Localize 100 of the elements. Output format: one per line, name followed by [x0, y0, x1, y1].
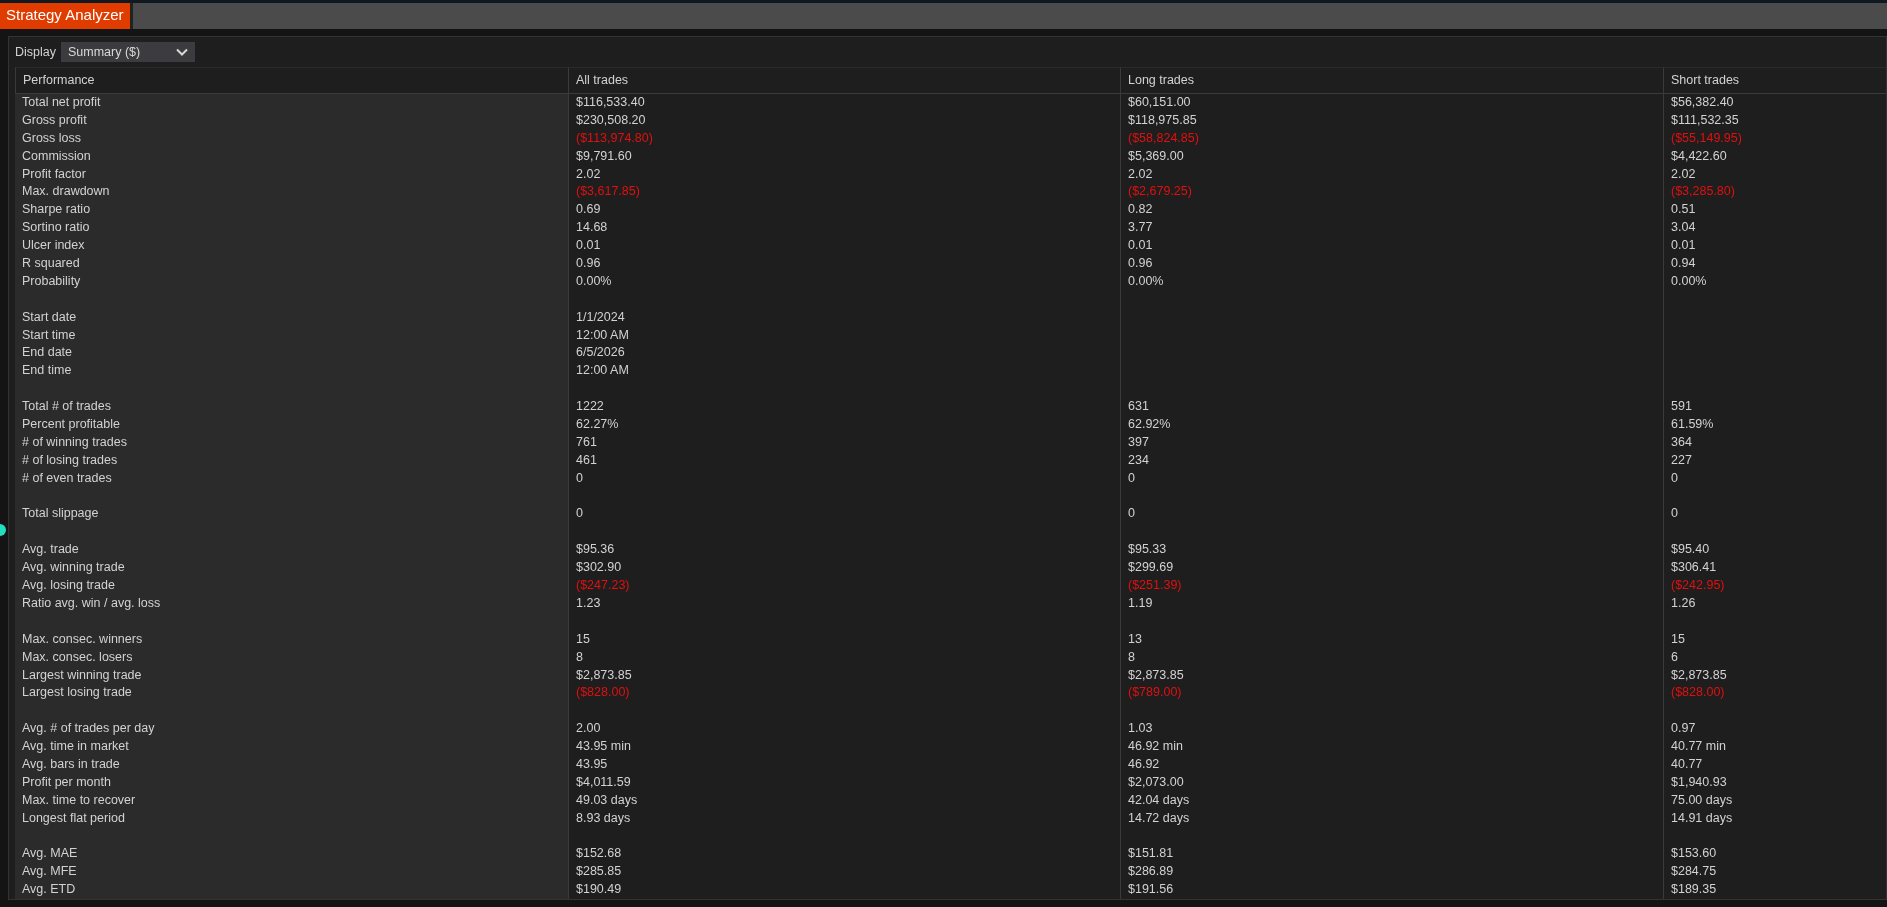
table-cell: 8.93 days: [568, 809, 1120, 828]
table-cell: $302.90: [568, 559, 1120, 578]
display-label: Display: [15, 45, 56, 59]
row-label: R squared: [15, 255, 568, 273]
table-cell: 8: [568, 648, 1120, 667]
table-cell: 2.00: [568, 720, 1120, 739]
table-cell: $151.81: [1120, 845, 1663, 864]
table-cell: $285.85: [568, 863, 1120, 882]
table-cell: $60,151.00: [1120, 94, 1663, 112]
column-header[interactable]: Performance: [15, 67, 568, 94]
table-cell: $116,533.40: [568, 94, 1120, 112]
table-cell: 6: [1663, 648, 1886, 667]
table-cell: 1/1/2024: [568, 308, 1120, 327]
table-cell: 1.23: [568, 594, 1120, 613]
table-cell: ($55,149.95): [1663, 129, 1886, 148]
table-cell: 12:00 AM: [568, 326, 1120, 345]
table-cell: 0.01: [568, 237, 1120, 255]
table-cell: $299.69: [1120, 559, 1663, 578]
row-label: Sortino ratio: [15, 219, 568, 238]
table-cell: ($3,285.80): [1663, 183, 1886, 202]
row-label: Avg. losing trade: [15, 577, 568, 595]
table-cell: 0: [1663, 469, 1886, 488]
table-cell: $153.60: [1663, 845, 1886, 864]
window-title[interactable]: Strategy Analyzer: [0, 3, 133, 29]
table-cell: ($828.00): [1663, 684, 1886, 703]
table-cell: $152.68: [568, 845, 1120, 864]
table-cell: 2.02: [1120, 165, 1663, 184]
table-cell: ($789.00): [1120, 684, 1663, 703]
table-cell: 62.27%: [568, 416, 1120, 434]
table-cell: $2,073.00: [1120, 773, 1663, 792]
table-cell: 1.03: [1120, 720, 1663, 739]
table-cell: 3.77: [1120, 219, 1663, 238]
table-cell: $95.33: [1120, 541, 1663, 560]
table-cell: ($251.39): [1120, 577, 1663, 595]
row-label: Avg. time in market: [15, 738, 568, 756]
table-cell: 0: [1663, 505, 1886, 524]
row-label: Avg. winning trade: [15, 559, 568, 578]
table-cell: 0.00%: [568, 272, 1120, 291]
table-cell: $2,873.85: [1120, 666, 1663, 685]
table-cell: 1.19: [1120, 594, 1663, 613]
table-cell: $9,791.60: [568, 147, 1120, 166]
table-cell: 461: [568, 451, 1120, 470]
table-cell: ($113,974.80): [568, 129, 1120, 148]
table-cell: 0: [1120, 469, 1663, 488]
table-cell: $111,532.35: [1663, 111, 1886, 130]
table-cell: 227: [1663, 451, 1886, 470]
table-cell: $306.41: [1663, 559, 1886, 578]
table-cell: 0: [568, 469, 1120, 488]
table-cell: $5,369.00: [1120, 147, 1663, 166]
table-cell: 2.02: [568, 165, 1120, 184]
table-cell: 234: [1120, 451, 1663, 470]
table-cell: 0.96: [568, 255, 1120, 273]
table-cell: 14.68: [568, 219, 1120, 238]
row-label: End date: [15, 344, 568, 363]
table-cell: $190.49: [568, 881, 1120, 900]
table-cell: 40.77 min: [1663, 738, 1886, 756]
table-cell: ($2,679.25): [1120, 183, 1663, 202]
table-cell: 0.69: [568, 201, 1120, 220]
table-cell: 3.04: [1663, 219, 1886, 238]
row-label: Largest losing trade: [15, 684, 568, 703]
table-cell: $2,873.85: [568, 666, 1120, 685]
row-label: Avg. # of trades per day: [15, 720, 568, 739]
table-cell: 0.94: [1663, 255, 1886, 273]
chevron-down-icon: [176, 48, 188, 56]
column-header[interactable]: All trades: [568, 67, 1120, 94]
table-cell: 0.00%: [1663, 272, 1886, 291]
table-cell: 46.92 min: [1120, 738, 1663, 756]
table-cell: $191.56: [1120, 881, 1663, 900]
column-header[interactable]: Short trades: [1663, 67, 1886, 94]
row-label: Ulcer index: [15, 237, 568, 255]
table-cell: $95.36: [568, 541, 1120, 560]
table-cell: 8: [1120, 648, 1663, 667]
table-cell: 1222: [568, 398, 1120, 417]
table-cell: 0.51: [1663, 201, 1886, 220]
table-cell: 43.95 min: [568, 738, 1120, 756]
table-cell: $286.89: [1120, 863, 1663, 882]
table-cell: $95.40: [1663, 541, 1886, 560]
column-header[interactable]: Long trades: [1120, 67, 1663, 94]
table-cell: $118,975.85: [1120, 111, 1663, 130]
table-cell: 40.77: [1663, 755, 1886, 774]
table-cell: 12:00 AM: [568, 362, 1120, 381]
table-cell: $189.35: [1663, 881, 1886, 900]
table-cell: 0: [1120, 505, 1663, 524]
table-cell: 75.00 days: [1663, 791, 1886, 810]
display-dropdown[interactable]: Summary ($): [61, 42, 195, 62]
table-cell: $56,382.40: [1663, 94, 1886, 112]
row-label: Total slippage: [15, 505, 568, 524]
table-cell: $230,508.20: [568, 111, 1120, 130]
table-cell: 0.01: [1663, 237, 1886, 255]
table-cell: $2,873.85: [1663, 666, 1886, 685]
table-cell: $284.75: [1663, 863, 1886, 882]
row-label: Max. drawdown: [15, 183, 568, 202]
table-cell: 46.92: [1120, 755, 1663, 774]
table-cell: $1,940.93: [1663, 773, 1886, 792]
table-cell: 14.72 days: [1120, 809, 1663, 828]
table-cell: ($828.00): [568, 684, 1120, 703]
table-cell: 364: [1663, 433, 1886, 452]
table-cell: $4,422.60: [1663, 147, 1886, 166]
table-cell: 49.03 days: [568, 791, 1120, 810]
table-cell: 631: [1120, 398, 1663, 417]
